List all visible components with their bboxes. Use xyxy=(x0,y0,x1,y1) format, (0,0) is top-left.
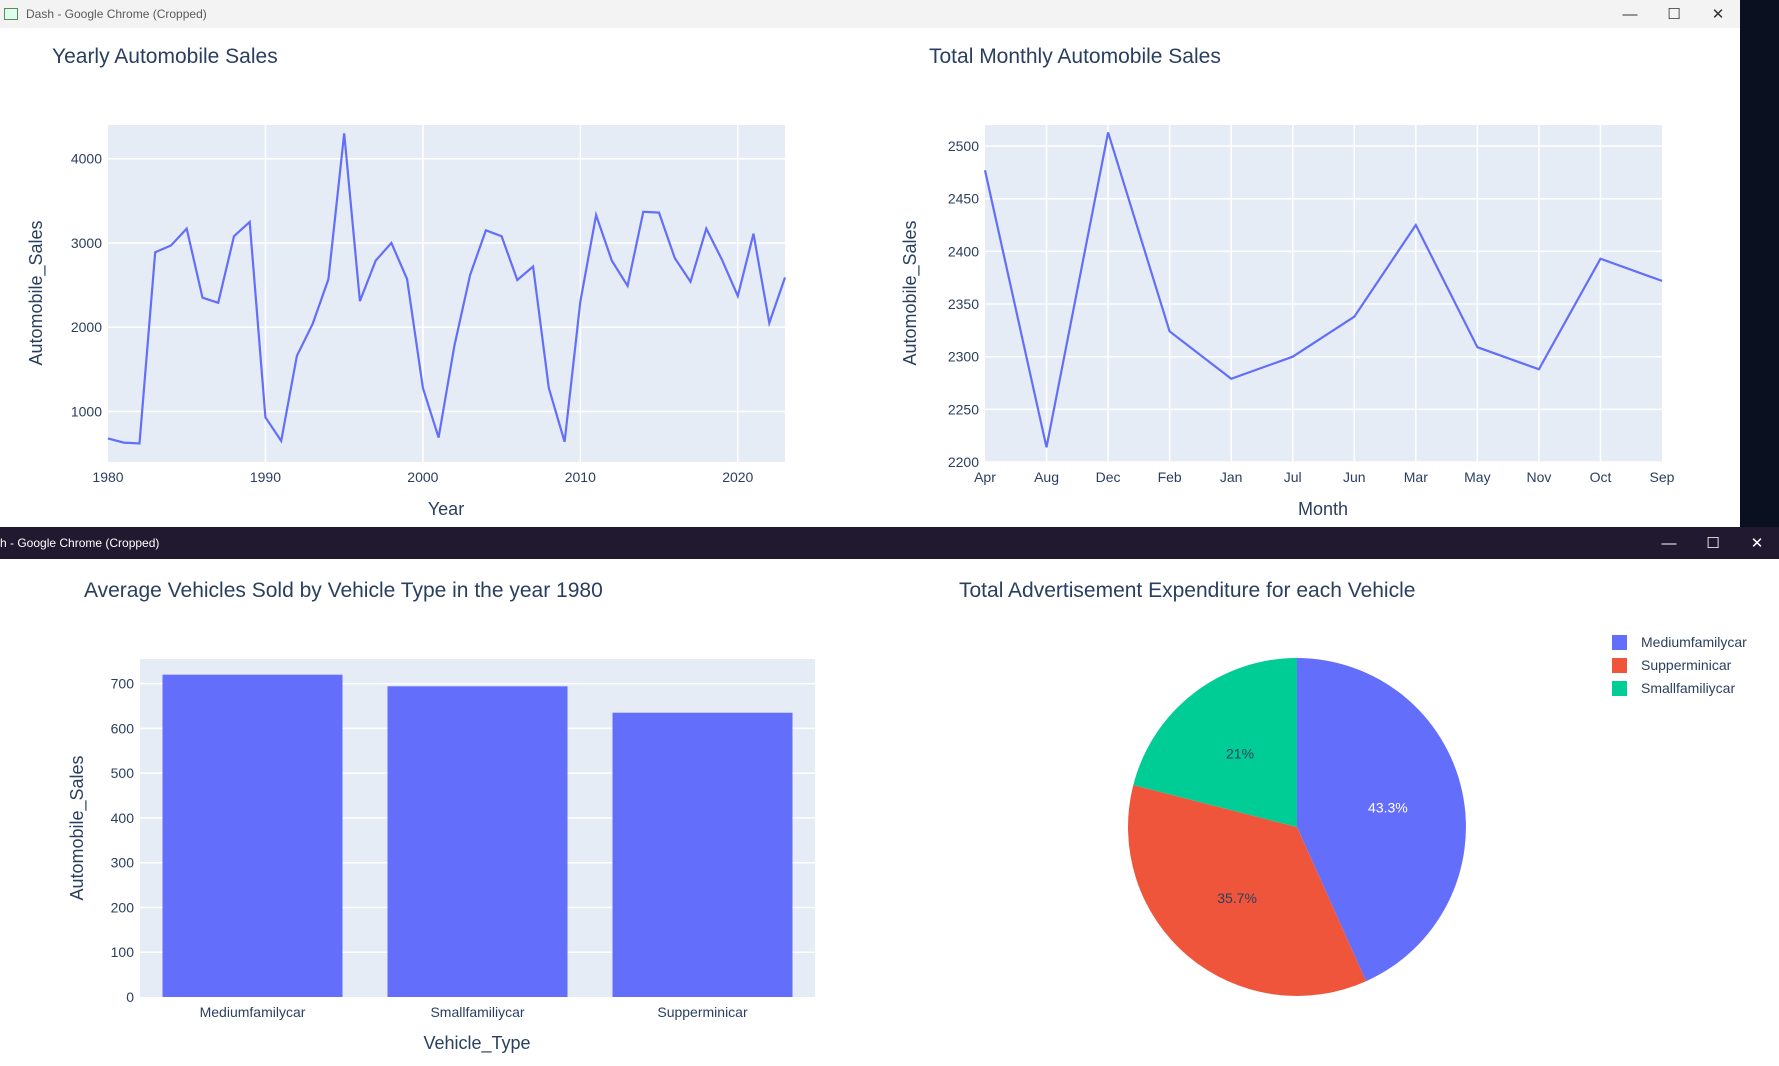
window-titlebar[interactable]: h - Google Chrome (Cropped) — ☐ ✕ xyxy=(0,527,1779,559)
maximize-icon[interactable]: ☐ xyxy=(1691,527,1735,559)
close-icon[interactable]: ✕ xyxy=(1696,0,1740,28)
window-title: h - Google Chrome (Cropped) xyxy=(0,536,160,550)
pie-slice-label: 21% xyxy=(1226,746,1254,762)
ad-expenditure-pie-chart: Total Advertisement Expenditure for each… xyxy=(959,579,1747,996)
y-tick-label: 200 xyxy=(111,899,135,915)
y-tick-label: 3000 xyxy=(71,235,102,251)
legend-swatch xyxy=(1612,658,1627,673)
browser-window-top: Dash - Google Chrome (Cropped) — ☐ ✕ Yea… xyxy=(0,0,1740,527)
chart-title: Total Monthly Automobile Sales xyxy=(929,45,1221,68)
y-tick-label: 600 xyxy=(111,720,135,736)
y-tick-label: 0 xyxy=(126,989,134,1005)
x-axis-title: Year xyxy=(428,499,464,519)
x-tick-label: Mediumfamilycar xyxy=(200,1004,306,1020)
y-tick-label: 100 xyxy=(111,944,135,960)
x-tick-label: 1980 xyxy=(92,469,123,485)
close-icon[interactable]: ✕ xyxy=(1735,527,1779,559)
legend-entry: Mediumfamilycar xyxy=(1641,634,1747,650)
chart-title: Yearly Automobile Sales xyxy=(52,45,278,68)
x-tick-label: Sep xyxy=(1650,469,1675,485)
x-tick-label: Dec xyxy=(1096,469,1121,485)
y-tick-label: 500 xyxy=(111,765,135,781)
bar xyxy=(162,674,343,997)
minimize-icon[interactable]: — xyxy=(1647,527,1691,559)
window-titlebar[interactable]: Dash - Google Chrome (Cropped) — ☐ ✕ xyxy=(0,0,1740,28)
legend-entry: Smallfamiliycar xyxy=(1641,680,1735,696)
pie-slice-label: 43.3% xyxy=(1368,800,1408,816)
x-tick-label: Smallfamiliycar xyxy=(430,1004,524,1020)
chart-title: Average Vehicles Sold by Vehicle Type in… xyxy=(84,579,603,602)
x-axis-title: Vehicle_Type xyxy=(423,1033,530,1054)
legend-entry: Supperminicar xyxy=(1641,657,1732,673)
y-tick-label: 2400 xyxy=(948,243,979,259)
x-tick-label: Jan xyxy=(1220,469,1243,485)
x-tick-label: 1990 xyxy=(250,469,281,485)
window-controls: — ☐ ✕ xyxy=(1647,527,1779,559)
chrome-app-icon xyxy=(4,8,18,20)
x-tick-label: Aug xyxy=(1034,469,1059,485)
y-tick-label: 2350 xyxy=(948,296,979,312)
y-tick-label: 1000 xyxy=(71,403,102,419)
bar xyxy=(387,686,568,997)
x-tick-label: Jun xyxy=(1343,469,1366,485)
x-tick-label: Feb xyxy=(1158,469,1182,485)
x-tick-label: 2010 xyxy=(565,469,596,485)
x-tick-label: 2020 xyxy=(722,469,753,485)
y-tick-label: 300 xyxy=(111,855,135,871)
y-tick-label: 2450 xyxy=(948,191,979,207)
x-tick-label: May xyxy=(1464,469,1490,485)
y-axis-title: Automobile_Sales xyxy=(26,220,47,365)
y-tick-label: 2250 xyxy=(948,401,979,417)
maximize-icon[interactable]: ☐ xyxy=(1652,0,1696,28)
minimize-icon[interactable]: — xyxy=(1608,0,1652,28)
y-axis-title: Automobile_Sales xyxy=(900,220,921,365)
y-tick-label: 400 xyxy=(111,810,135,826)
bar xyxy=(612,712,793,997)
pie-slice-label: 35.7% xyxy=(1217,890,1257,906)
browser-window-bottom: h - Google Chrome (Cropped) — ☐ ✕ Averag… xyxy=(0,527,1779,1066)
vehicle-type-bar-chart: Average Vehicles Sold by Vehicle Type in… xyxy=(67,579,815,1054)
x-tick-label: Oct xyxy=(1590,469,1612,485)
yearly-sales-line-chart: Yearly Automobile Sales 1980 1990 2000 2010… xyxy=(26,45,787,519)
x-tick-label: 2000 xyxy=(407,469,438,485)
x-tick-label: Nov xyxy=(1526,469,1551,485)
plot-area xyxy=(985,125,1662,462)
x-tick-label: Apr xyxy=(974,469,996,485)
y-tick-label: 2300 xyxy=(948,349,979,365)
y-tick-label: 700 xyxy=(111,676,135,692)
chart-title: Total Advertisement Expenditure for each… xyxy=(959,579,1415,602)
y-tick-label: 2200 xyxy=(948,454,979,470)
window-title: Dash - Google Chrome (Cropped) xyxy=(26,7,207,21)
y-axis-title: Automobile_Sales xyxy=(67,755,88,900)
monthly-sales-line-chart: Total Monthly Automobile Sales Apr Aug Dec… xyxy=(900,45,1675,519)
y-tick-label: 2500 xyxy=(948,138,979,154)
window-controls: — ☐ ✕ xyxy=(1608,0,1740,28)
x-tick-label: Jul xyxy=(1284,469,1302,485)
legend-swatch xyxy=(1612,635,1627,650)
y-tick-label: 2000 xyxy=(71,319,102,335)
x-tick-label: Supperminicar xyxy=(657,1004,748,1020)
x-tick-label: Mar xyxy=(1404,469,1428,485)
legend-swatch xyxy=(1612,681,1627,696)
x-axis-title: Month xyxy=(1298,499,1348,519)
y-tick-label: 4000 xyxy=(71,151,102,167)
